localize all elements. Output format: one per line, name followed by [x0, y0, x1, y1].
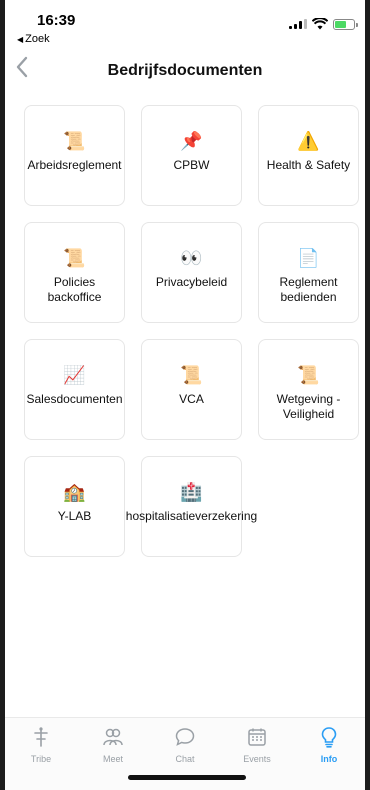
document-tile[interactable]: 🏫 Y-LAB	[24, 456, 125, 557]
document-tile[interactable]: 📄 Reglement bedienden	[258, 222, 359, 323]
tab-label: Chat	[175, 754, 195, 764]
pushpin-icon: 📌	[180, 131, 203, 151]
scroll-icon: 📜	[297, 365, 320, 385]
system-icons	[289, 18, 358, 30]
tab-label: Meet	[102, 754, 123, 764]
tab-info[interactable]: Info	[293, 718, 365, 790]
document-grid: 📜 Arbeidsreglement 📌 CPBW ⚠️ Health & Safety 📜…	[24, 105, 360, 557]
page-title: Bedrijfsdocumenten	[107, 62, 263, 79]
document-tile-label: VCA	[179, 392, 204, 406]
document-tile[interactable]: 📌 CPBW	[141, 105, 242, 206]
document-tile-label: Privacybeleid	[155, 275, 228, 289]
navigation-bar: Bedrijfsdocumenten	[5, 52, 365, 92]
document-tile-label: Salesdocumenten	[26, 392, 123, 406]
document-tile-label: hospitalisatieverzekering	[125, 509, 258, 523]
app-screen: 16:39 ◀ Zoek Bedrijfsdocumenten 📜 Arbeidsr…	[5, 0, 365, 790]
scroll-icon: 📜	[180, 365, 203, 385]
scroll-icon: 📜	[63, 248, 86, 268]
back-to-app-link[interactable]: ◀ Zoek	[17, 33, 50, 45]
tab-tribe[interactable]: Tribe	[5, 718, 77, 790]
back-triangle-icon: ◀	[17, 35, 24, 44]
battery-icon	[333, 18, 358, 30]
chart-increasing-icon: 📈	[63, 365, 86, 385]
cellular-signal-icon	[289, 19, 307, 29]
scroll-icon: 📜	[63, 131, 86, 151]
document-tile-label: Policies backoffice	[47, 275, 102, 304]
tab-label: Events	[243, 754, 271, 764]
document-tile-label: CPBW	[173, 158, 210, 172]
home-indicator	[128, 775, 246, 780]
document-tile[interactable]: 📜 Arbeidsreglement	[24, 105, 125, 206]
tab-label: Tribe	[30, 754, 52, 764]
document-tile-label: Y-LAB	[57, 509, 92, 523]
document-tile[interactable]: 📜 Policies backoffice	[24, 222, 125, 323]
status-time: 16:39	[37, 12, 76, 29]
status-bar: 16:39 ◀ Zoek	[5, 0, 365, 50]
hospital-icon: 🏥	[180, 482, 203, 502]
warning-icon: ⚠️	[297, 131, 320, 151]
document-tile[interactable]: 🏥 hospitalisatieverzekering	[126, 456, 257, 557]
document-tile[interactable]: 📈 Salesdocumenten	[24, 339, 125, 440]
chat-bubble-icon	[174, 726, 196, 748]
eyes-icon: 👀	[180, 248, 203, 268]
document-tile-label: Arbeidsreglement	[27, 158, 122, 172]
wifi-icon	[312, 18, 328, 30]
document-tile[interactable]: 📜 VCA	[141, 339, 242, 440]
document-tile[interactable]: ⚠️ Health & Safety	[258, 105, 359, 206]
document-tile-label: Health & Safety	[266, 158, 351, 172]
document-tile[interactable]: 📜 Wetgeving - Veiligheid	[258, 339, 359, 440]
tribe-icon	[30, 726, 52, 748]
back-app-label: Zoek	[25, 33, 50, 45]
page-icon: 📄	[297, 248, 320, 268]
document-tile[interactable]: 👀 Privacybeleid	[141, 222, 242, 323]
calendar-icon	[246, 726, 268, 748]
document-tile-label: Reglement bedienden	[279, 275, 338, 304]
people-icon	[102, 726, 124, 748]
lightbulb-icon	[318, 726, 340, 748]
document-tile-label: Wetgeving - Veiligheid	[276, 392, 341, 421]
building-icon: 🏫	[63, 482, 86, 502]
tab-label: Info	[320, 754, 338, 764]
